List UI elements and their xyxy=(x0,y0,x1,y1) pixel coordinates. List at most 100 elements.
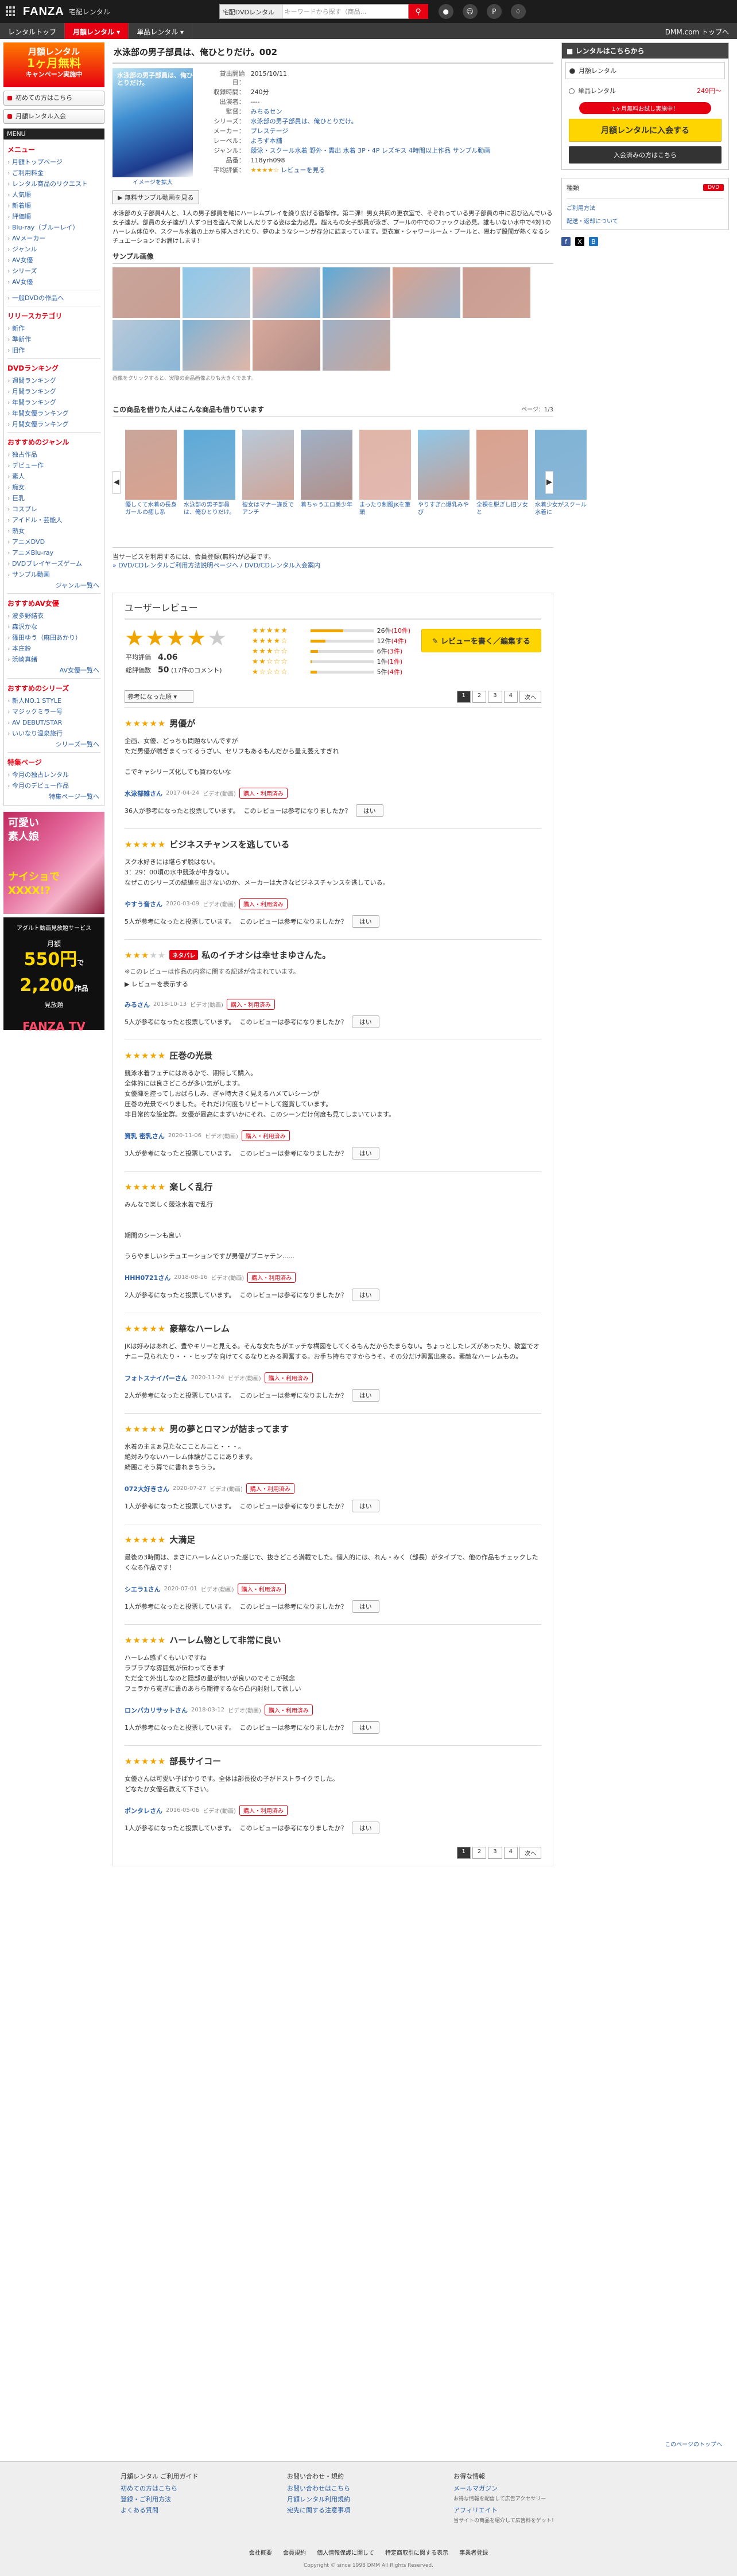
member-login-button[interactable]: 入会済みの方はこちら xyxy=(569,146,722,164)
nav-rental-top[interactable]: レンタルトップ xyxy=(0,23,65,39)
series-link[interactable]: 水泳部の男子部員は、俺ひとりだけ。 xyxy=(251,118,358,125)
genre-item[interactable]: アイドル・芸能人 xyxy=(4,515,104,526)
actress-item[interactable]: 篠田ゆう（麻田あかり） xyxy=(4,632,104,643)
footer-link[interactable]: 登録・ご利用方法 xyxy=(121,2494,235,2505)
feature-item[interactable]: 今月の独占レンタル xyxy=(4,769,104,780)
genre-item[interactable]: 独占作品 xyxy=(4,449,104,460)
sample-thumbnail[interactable] xyxy=(253,320,320,371)
ranking-item[interactable]: 週間ランキング xyxy=(4,375,104,386)
maker-link[interactable]: プレステージ xyxy=(251,127,289,135)
release-item[interactable]: 旧作 xyxy=(4,345,104,356)
related-item[interactable]: 水着少女がスクール水着に xyxy=(535,430,587,524)
page-button[interactable]: 1 xyxy=(456,690,471,703)
menu-item[interactable]: 評価順 xyxy=(4,211,104,222)
ad-banner-amateur[interactable]: 可愛い 素人娘 ナイショで XXXX!? xyxy=(3,812,104,914)
search-input[interactable]: キーワードから探す（商品... xyxy=(282,4,409,19)
series-item[interactable]: 新人NO.1 STYLE xyxy=(4,695,104,706)
prev-arrow-icon[interactable]: ◀ xyxy=(113,471,121,494)
sample-thumbnail[interactable] xyxy=(253,267,320,318)
ranking-item[interactable]: 年間ランキング xyxy=(4,397,104,408)
page-button[interactable]: 2 xyxy=(472,690,487,703)
helpful-yes-button[interactable]: はい xyxy=(351,1600,379,1613)
page-button[interactable]: 2 xyxy=(472,1847,487,1859)
helpful-yes-button[interactable]: はい xyxy=(351,1721,379,1734)
footer-link[interactable]: お問い合わせはこちら xyxy=(287,2483,402,2494)
menu-item[interactable]: AVメーカー xyxy=(4,233,104,244)
helpful-yes-button[interactable]: はい xyxy=(351,1500,379,1512)
related-title[interactable]: 全裸を脱ぎし旧ソ女と xyxy=(476,501,528,524)
related-item[interactable]: 全裸を脱ぎし旧ソ女と xyxy=(476,430,528,524)
related-thumbnail[interactable] xyxy=(359,430,411,500)
review-author[interactable]: みるさん xyxy=(125,1000,150,1009)
review-author[interactable]: シエラ1さん xyxy=(125,1585,161,1594)
menu-item[interactable]: 新着順 xyxy=(4,200,104,211)
actress-item[interactable]: 本庄鈴 xyxy=(4,643,104,654)
related-item[interactable]: やりすぎ○爆乳みやび xyxy=(418,430,470,524)
genre-item[interactable]: 巨乳 xyxy=(4,493,104,504)
related-item[interactable]: 着ちゃうエロ美少年 xyxy=(301,430,352,524)
menu-item[interactable]: シリーズ xyxy=(4,266,104,277)
genre-item[interactable]: 熟女 xyxy=(4,526,104,536)
menu-item[interactable]: AV女優 xyxy=(4,277,104,287)
footer-link[interactable]: よくある質問 xyxy=(121,2505,235,2516)
helpful-yes-button[interactable]: はい xyxy=(351,1015,379,1028)
release-item[interactable]: 準新作 xyxy=(4,334,104,345)
related-thumbnail[interactable] xyxy=(476,430,528,500)
genre-more-link[interactable]: ジャンル一覧へ xyxy=(4,580,104,591)
menu-item[interactable]: レンタル商品のリクエスト xyxy=(4,178,104,189)
related-item[interactable]: 優しくて水着の長身ガールの癒し系 xyxy=(125,430,177,524)
footer-bottom-link[interactable]: 個人情報保護に関して xyxy=(317,2550,374,2556)
menu-dvd-link[interactable]: 一般DVDの作品へ xyxy=(4,293,104,303)
related-title[interactable]: まったり制服JKを筆頭 xyxy=(359,501,411,524)
actress-item[interactable]: 波多野結衣 xyxy=(4,610,104,621)
page-button[interactable]: 4 xyxy=(503,690,518,703)
series-item[interactable]: いいなり温泉旅行 xyxy=(4,728,104,739)
review-author[interactable]: 072大好きさん xyxy=(125,1484,169,1493)
helpful-yes-button[interactable]: はい xyxy=(351,915,379,928)
related-title[interactable]: 水着少女がスクール水着に xyxy=(535,501,587,524)
footer-bottom-link[interactable]: 特定商取引に関する表示 xyxy=(385,2550,448,2556)
helpful-yes-button[interactable]: はい xyxy=(351,1147,379,1159)
review-author[interactable]: 資乳 密乳さん xyxy=(125,1131,165,1141)
release-item[interactable]: 新作 xyxy=(4,323,104,334)
feature-more-link[interactable]: 特集ページ一覧へ xyxy=(4,791,104,802)
page-button[interactable]: 次へ xyxy=(519,1847,541,1859)
notification-icon[interactable]: ● xyxy=(438,4,453,19)
enlarge-image-link[interactable]: イメージを拡大 xyxy=(113,177,193,186)
next-arrow-icon[interactable]: ▶ xyxy=(545,471,553,494)
option-single[interactable]: 単品レンタル 249円〜 xyxy=(565,83,725,99)
x-icon[interactable]: X xyxy=(575,237,584,246)
related-item[interactable]: 水泳部の男子部員は、俺ひとりだけ。 xyxy=(184,430,235,524)
genre-item[interactable]: サンプル動画 xyxy=(4,569,104,580)
dmm-top-link[interactable]: DMM.com トップへ xyxy=(657,23,737,39)
usage-link[interactable]: ご利用方法 xyxy=(567,203,724,212)
sort-select[interactable]: 参考になった順 ▾ xyxy=(125,690,193,703)
genre-item[interactable]: アニメBlu-ray xyxy=(4,547,104,558)
related-thumbnail[interactable] xyxy=(418,430,470,500)
related-item[interactable]: まったり制服JKを筆頭 xyxy=(359,430,411,524)
search-button[interactable]: ⚲ xyxy=(408,4,428,19)
ad-banner-fanza-tv[interactable]: アダルト動画見放題サービス 月額 550円で 2,200作品 見放題 FANZA… xyxy=(3,917,104,1033)
ranking-item[interactable]: 年間女優ランキング xyxy=(4,408,104,419)
ranking-item[interactable]: 月間女優ランキング xyxy=(4,419,104,430)
page-button[interactable]: 4 xyxy=(503,1847,518,1859)
review-author[interactable]: フォトスナイパーさん xyxy=(125,1373,188,1383)
free-sample-button[interactable]: ▶ 無料サンプル動画を見る xyxy=(113,190,199,204)
join-monthly-cta[interactable]: 月額レンタルに入会する xyxy=(569,119,722,142)
ranking-item[interactable]: 月間ランキング xyxy=(4,386,104,397)
genre-links[interactable]: 競泳・スクール水着 野外・露出 水着 3P・4P レズキス 4時間以上作品 サン… xyxy=(251,147,491,154)
show-review-toggle[interactable]: ▶ レビューを表示する xyxy=(125,979,541,989)
series-more-link[interactable]: シリーズ一覧へ xyxy=(4,739,104,750)
footer-bottom-link[interactable]: 会員規約 xyxy=(283,2550,306,2556)
sample-thumbnail[interactable] xyxy=(113,320,180,371)
page-button[interactable]: 3 xyxy=(488,690,502,703)
related-thumbnail[interactable] xyxy=(535,430,587,500)
sample-thumbnail[interactable] xyxy=(393,267,460,318)
menu-item[interactable]: AV女優 xyxy=(4,255,104,266)
related-thumbnail[interactable] xyxy=(125,430,177,500)
sample-thumbnail[interactable] xyxy=(183,267,250,318)
related-title[interactable]: 彼女はマナー違反でアンチ xyxy=(242,501,294,524)
genre-item[interactable]: 痴女 xyxy=(4,482,104,493)
review-author[interactable]: ポンタレさん xyxy=(125,1806,162,1815)
helpful-yes-button[interactable]: はい xyxy=(355,804,383,817)
